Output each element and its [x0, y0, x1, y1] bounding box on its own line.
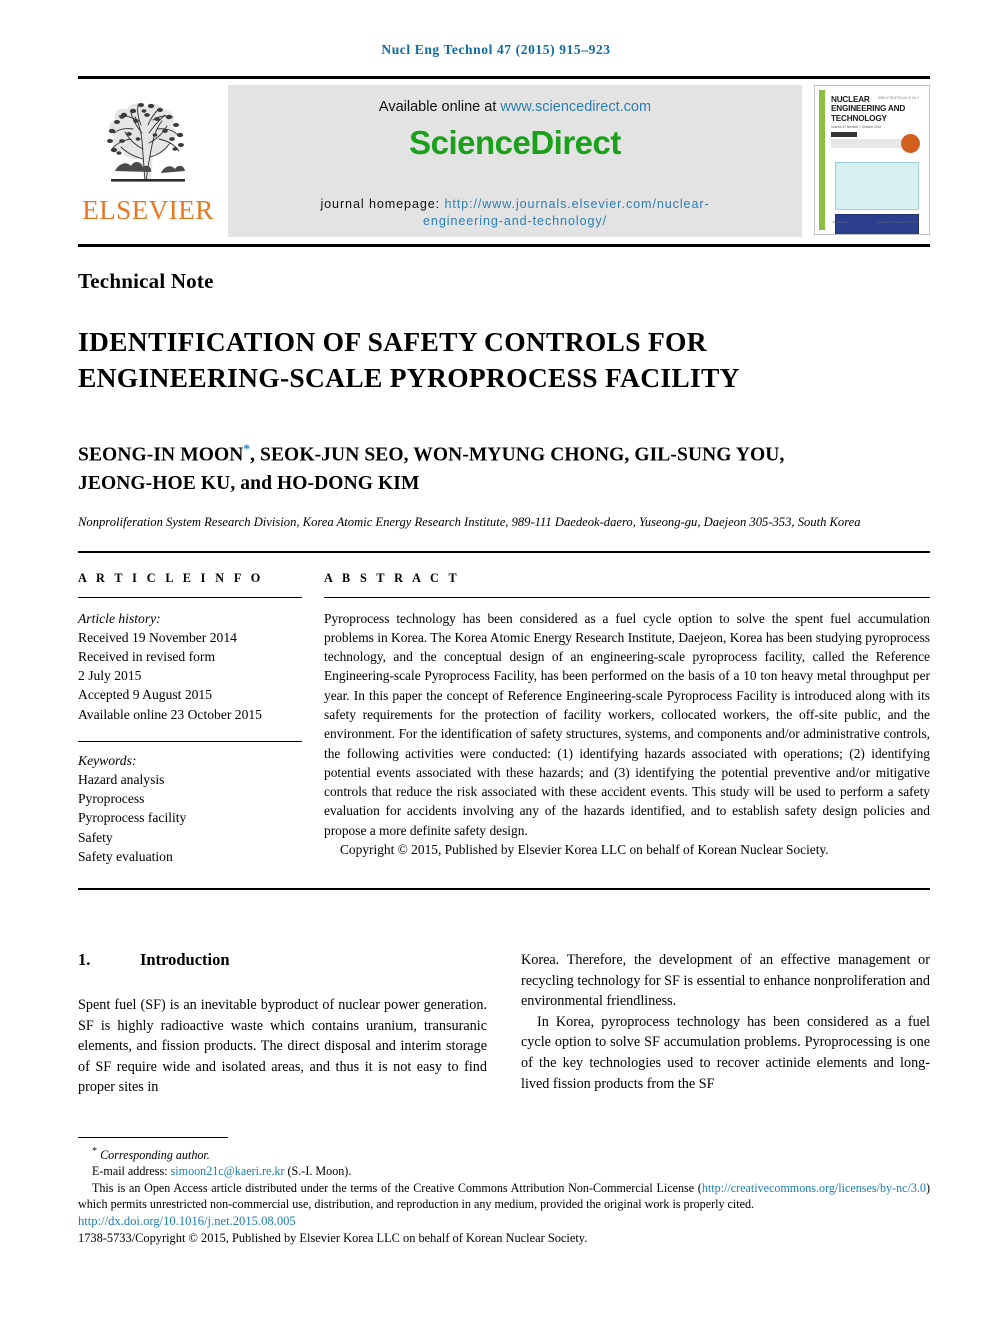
available-online-label: Available online at: [378, 99, 501, 115]
running-head: Nucl Eng Technol 47 (2015) 915–923: [381, 42, 611, 57]
email-suffix: (S.-I. Moon).: [284, 1164, 352, 1179]
cover-title-line1: NUCLEAR: [831, 95, 870, 104]
section-number: 1.: [78, 949, 91, 969]
journal-homepage-link-line1[interactable]: http://www.journals.elsevier.com/nuclear…: [444, 197, 709, 211]
footnote-area: * Corresponding author. E-mail address: …: [78, 1137, 930, 1246]
journal-article-page: Nucl Eng Technol 47 (2015) 915–923 ELSEV…: [0, 0, 992, 1323]
journal-homepage-line: journal homepage: http://www.journals.el…: [320, 196, 709, 230]
section-title: Introduction: [140, 949, 230, 969]
cover-corner-note: ISSN 1738-5733 Vol 47 No 7: [878, 96, 919, 100]
elsevier-tree-icon: [107, 103, 185, 182]
body-paragraph: In Korea, pyroprocess technology has bee…: [521, 1013, 930, 1092]
license-link[interactable]: http://creativecommons.org/licenses/by-n…: [702, 1181, 926, 1195]
open-access-license-note: This is an Open Access article distribut…: [78, 1180, 930, 1213]
title-line2: ENGINEERING-SCALE PYROPROCESS FACILITY: [78, 362, 740, 393]
article-body: 1. Introduction Spent fuel (SF) is an in…: [78, 890, 930, 1098]
issn-copyright-line: 1738-5733/Copyright © 2015, Published by…: [78, 1230, 588, 1245]
info-abstract-section: A R T I C L E I N F O Article history: R…: [78, 553, 930, 866]
cover-footer-right: KOREAN NUCLEAR SOCIETY: [877, 220, 919, 224]
cover-subtitle: Volume 47 Number 7 October 2015: [831, 125, 882, 130]
article-type-label: Technical Note: [78, 269, 214, 293]
keyword-item: Safety evaluation: [78, 848, 173, 864]
cover-figure-upper: [835, 162, 919, 210]
cover-footer-left: ELSEVIER: [833, 220, 848, 224]
journal-cover-block: ISSN 1738-5733 Vol 47 No 7 NUCLEAR ENGIN…: [812, 85, 930, 237]
keyword-item: Pyroprocess: [78, 791, 145, 807]
cover-footer: ELSEVIER KOREAN NUCLEAR SOCIETY: [833, 217, 919, 227]
corresponding-author-note: * Corresponding author.: [78, 1144, 930, 1163]
journal-header-band: ELSEVIER Available online at www.science…: [78, 76, 930, 237]
body-paragraph: Spent fuel (SF) is an inevitable byprodu…: [78, 996, 487, 1096]
authors-line1-rest: , SEOK-JUN SEO, WON-MYUNG CHONG, GIL-SUN…: [250, 444, 785, 466]
email-note: E-mail address: simoon21c@kaeri.re.kr (S…: [78, 1163, 930, 1179]
keywords-label: Keywords:: [78, 752, 137, 768]
history-line: Received in revised form: [78, 648, 216, 664]
sciencedirect-wordmark: ScienceDirect: [409, 124, 621, 161]
body-column-right: Korea. Therefore, the development of an …: [521, 950, 930, 1098]
cover-title: NUCLEAR ENGINEERING AND TECHNOLOGY: [825, 90, 925, 123]
author-list: SEONG-IN MOON*, SEOK-JUN SEO, WON-MYUNG …: [78, 435, 930, 498]
article-history-block: Article history: Received 19 November 20…: [78, 598, 302, 724]
section-heading-introduction: 1. Introduction: [78, 950, 487, 970]
license-text-part1: This is an Open Access article distribut…: [92, 1180, 702, 1195]
cover-title-line2: ENGINEERING AND: [831, 104, 906, 114]
email-label: E-mail address:: [92, 1164, 171, 1179]
available-online-line: Available online at www.sciencedirect.co…: [379, 99, 651, 115]
authors-line2: JEONG-HOE KU, and HO-DONG KIM: [78, 472, 420, 494]
cover-article-title-bar: [831, 139, 911, 149]
article-history-label: Article history:: [78, 610, 161, 626]
cover-inner: ISSN 1738-5733 Vol 47 No 7 NUCLEAR ENGIN…: [819, 90, 925, 234]
journal-cover-thumbnail[interactable]: ISSN 1738-5733 Vol 47 No 7 NUCLEAR ENGIN…: [814, 85, 930, 235]
article-head: Technical Note IDENTIFICATION OF SAFETY …: [78, 247, 930, 531]
cover-title-line3: TECHNOLOGY: [831, 113, 887, 123]
page-title: IDENTIFICATION OF SAFETY CONTROLS FOR EN…: [78, 324, 930, 396]
elsevier-logo-block: ELSEVIER: [78, 85, 218, 237]
doi-link[interactable]: http://dx.doi.org/10.1016/j.net.2015.08.…: [78, 1214, 930, 1229]
author-first: SEONG-IN MOON: [78, 444, 244, 466]
abstract-text: Pyroprocess technology has been consider…: [324, 610, 930, 838]
body-column-left: 1. Introduction Spent fuel (SF) is an in…: [78, 950, 487, 1098]
elsevier-wordmark: ELSEVIER: [82, 195, 214, 225]
history-line: 2 July 2015: [78, 668, 142, 684]
journal-homepage-link-line2[interactable]: engineering-and-technology/: [423, 214, 607, 228]
history-line: Accepted 9 August 2015: [78, 687, 213, 703]
abstract-body: Pyroprocess technology has been consider…: [324, 598, 930, 860]
history-line: Received 19 November 2014: [78, 629, 237, 645]
article-info-column: A R T I C L E I N F O Article history: R…: [78, 571, 324, 866]
keyword-item: Pyroprocess facility: [78, 810, 187, 826]
email-link[interactable]: simoon21c@kaeri.re.kr: [171, 1164, 285, 1178]
footnote-rule: [78, 1137, 228, 1138]
abstract-copyright: Copyright © 2015, Published by Elsevier …: [340, 842, 829, 858]
cover-accent-bar: [831, 132, 857, 138]
keyword-item: Safety: [78, 829, 113, 845]
author-affiliation: Nonproliferation System Research Divisio…: [78, 514, 861, 529]
title-line1: IDENTIFICATION OF SAFETY CONTROLS FOR: [78, 326, 707, 357]
body-paragraph: Korea. Therefore, the development of an …: [521, 951, 930, 1010]
keywords-block: Keywords: Hazard analysis Pyroprocess Py…: [78, 742, 302, 866]
corresponding-author-text: Corresponding author.: [97, 1148, 210, 1163]
history-line: Available online 23 October 2015: [78, 706, 262, 722]
open-access-badge: [901, 134, 920, 153]
journal-homepage-label: journal homepage:: [320, 197, 445, 211]
article-info-heading: A R T I C L E I N F O: [78, 570, 264, 585]
sciencedirect-url-link[interactable]: www.sciencedirect.com: [500, 99, 651, 115]
abstract-heading: A B S T R A C T: [324, 570, 461, 585]
sciencedirect-panel: Available online at www.sciencedirect.co…: [228, 85, 802, 237]
keyword-item: Hazard analysis: [78, 771, 165, 787]
abstract-column: A B S T R A C T Pyroprocess technology h…: [324, 571, 930, 866]
